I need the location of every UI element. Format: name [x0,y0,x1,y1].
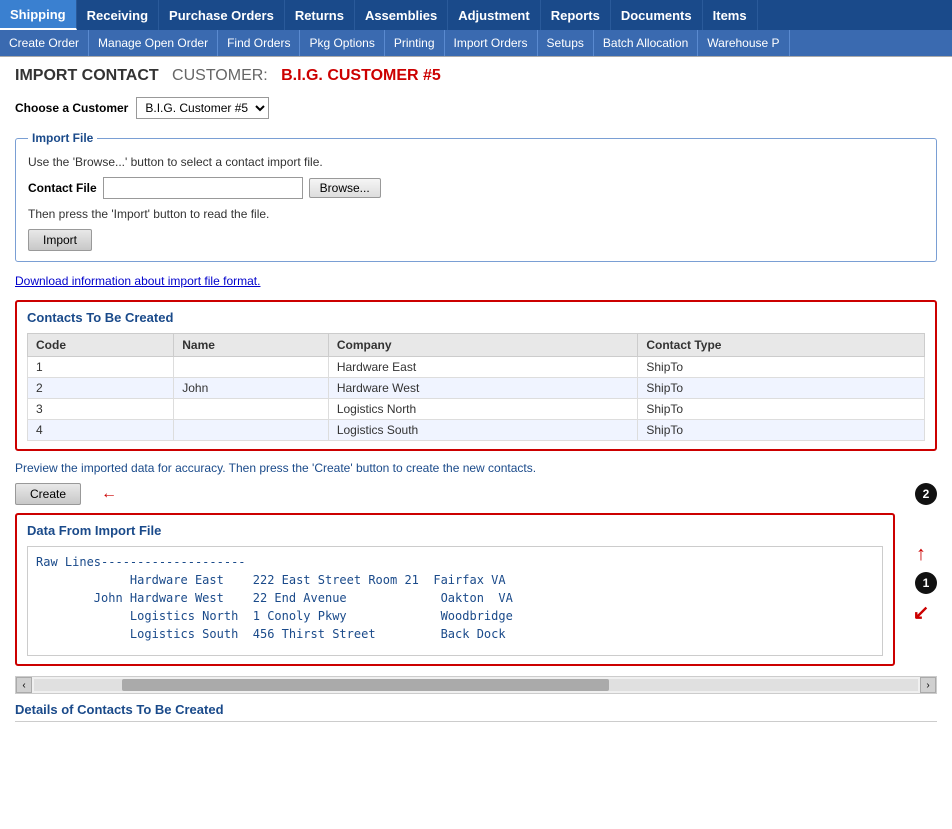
page-title: Import Contact Customer: B.I.G. Customer… [15,67,937,85]
nav-items[interactable]: Items [703,0,758,30]
nav-documents[interactable]: Documents [611,0,703,30]
subnav-printing[interactable]: Printing [385,30,445,56]
h-scrollbar[interactable]: ‹ › [15,676,937,694]
annotation-badge-2: 2 [915,483,937,505]
cell-name [174,399,329,420]
page-content: Import Contact Customer: B.I.G. Customer… [0,57,952,735]
cell-name: John [174,378,329,399]
cell-code: 4 [28,420,174,441]
file-input-row: Contact File Browse... [28,177,924,199]
scroll-track [34,679,918,691]
import-button[interactable]: Import [28,229,92,251]
contacts-section-title: Contacts To Be Created [27,310,925,325]
annotation-column: ↑ 1 ↙ [905,513,937,625]
cell-company: Logistics North [328,399,638,420]
customer-dropdown[interactable]: B.I.G. Customer #5 [136,97,269,119]
customer-name: B.I.G. Customer #5 [281,67,441,84]
cell-contactType: ShipTo [638,420,925,441]
cell-name [174,357,329,378]
col-name: Name [174,334,329,357]
table-row: 2JohnHardware WestShipTo [28,378,925,399]
left-arrow: ← [101,485,117,503]
subnav-create-order[interactable]: Create Order [0,30,89,56]
import-instruction: Use the 'Browse...' button to select a c… [28,155,924,169]
table-row: 4 Logistics SouthShipTo [28,420,925,441]
nav-receiving[interactable]: Receiving [77,0,159,30]
nav-purchase-orders[interactable]: Purchase Orders [159,0,285,30]
cell-company: Logistics South [328,420,638,441]
contact-file-label: Contact File [28,181,97,195]
cell-name [174,420,329,441]
subnav-find-orders[interactable]: Find Orders [218,30,300,56]
browse-button[interactable]: Browse... [309,178,381,198]
nav-returns[interactable]: Returns [285,0,355,30]
cell-code: 1 [28,357,174,378]
create-button-row: Create ← 2 [15,483,937,505]
cell-code: 2 [28,378,174,399]
scroll-right-button[interactable]: › [920,677,936,693]
import-note: Then press the 'Import' button to read t… [28,207,924,221]
col-contact-type: Contact Type [638,334,925,357]
data-import-title: Data From Import File [27,523,883,538]
details-section-title: Details of Contacts To Be Created [15,702,937,717]
data-from-import-section: Data From Import File Raw Lines---------… [15,513,895,666]
cell-contactType: ShipTo [638,378,925,399]
top-navigation: Shipping Receiving Purchase Orders Retur… [0,0,952,30]
col-code: Code [28,334,174,357]
scroll-thumb[interactable] [122,679,608,691]
subnav-import-orders[interactable]: Import Orders [445,30,538,56]
contacts-table: Code Name Company Contact Type 1 Hardware… [27,333,925,441]
annotation-badge-1: 1 [915,572,937,594]
customer-selector-row: Choose a Customer B.I.G. Customer #5 [15,97,937,119]
cell-contactType: ShipTo [638,357,925,378]
page-title-text: Import Contact [15,67,159,84]
subnav-warehouse[interactable]: Warehouse P [698,30,789,56]
preview-text: Preview the imported data for accuracy. … [15,461,937,475]
down-arrow-annotation: ↙ [913,600,930,625]
sub-navigation: Create Order Manage Open Order Find Orde… [0,30,952,57]
data-import-wrapper: Data From Import File Raw Lines---------… [15,513,937,676]
contact-file-input[interactable] [103,177,303,199]
up-arrow-annotation: ↑ [916,543,926,566]
cell-code: 3 [28,399,174,420]
preview-create-row: Preview the imported data for accuracy. … [15,461,937,475]
download-link[interactable]: Download information about import file f… [15,274,937,288]
cell-company: Hardware East [328,357,638,378]
import-file-section: Import File Use the 'Browse...' button t… [15,131,937,262]
nav-adjustment[interactable]: Adjustment [448,0,541,30]
col-company: Company [328,334,638,357]
customer-label: Customer: [172,67,268,84]
import-file-legend: Import File [28,131,97,145]
subnav-setups[interactable]: Setups [538,30,594,56]
subnav-batch-allocation[interactable]: Batch Allocation [594,30,698,56]
subnav-pkg-options[interactable]: Pkg Options [300,30,384,56]
cell-company: Hardware West [328,378,638,399]
subnav-manage-open-order[interactable]: Manage Open Order [89,30,218,56]
cell-contactType: ShipTo [638,399,925,420]
create-button[interactable]: Create [15,483,81,505]
bottom-divider [15,721,937,725]
contacts-to-be-created-section: Contacts To Be Created Code Name Company… [15,300,937,451]
nav-assemblies[interactable]: Assemblies [355,0,448,30]
nav-reports[interactable]: Reports [541,0,611,30]
nav-shipping[interactable]: Shipping [0,0,77,30]
raw-data-box[interactable]: Raw Lines-------------------- Hardware E… [27,546,883,656]
choose-customer-label: Choose a Customer [15,101,128,115]
table-row: 3 Logistics NorthShipTo [28,399,925,420]
table-row: 1 Hardware EastShipTo [28,357,925,378]
scroll-left-button[interactable]: ‹ [16,677,32,693]
